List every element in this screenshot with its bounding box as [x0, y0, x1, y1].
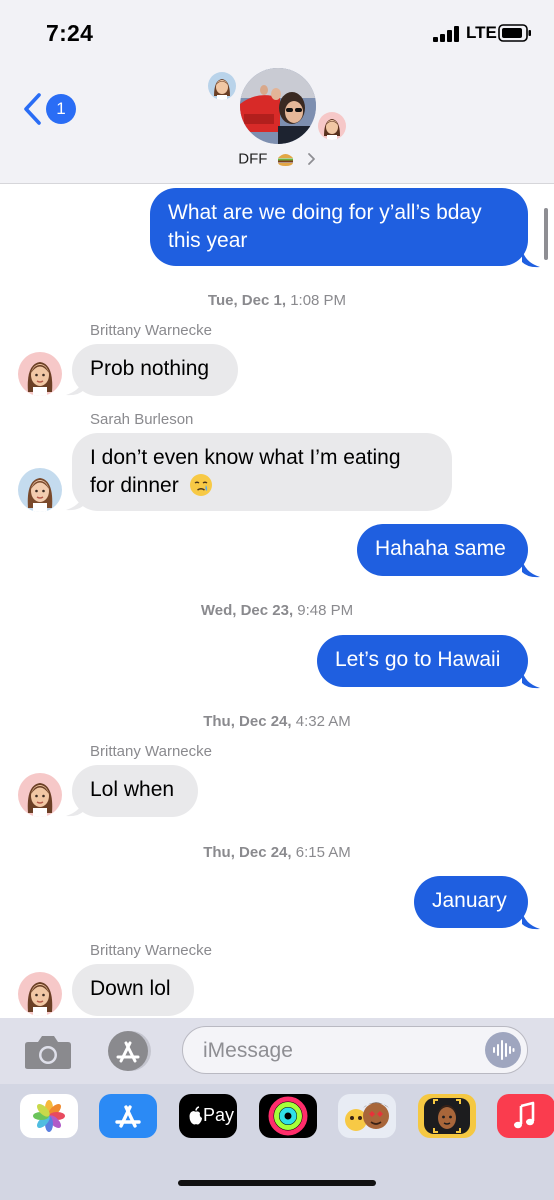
member-avatar[interactable] [208, 72, 236, 100]
sender-avatar[interactable] [18, 468, 62, 512]
waveform-icon [493, 1040, 515, 1060]
incoming-message-bubble[interactable]: Lol when [72, 765, 198, 817]
message-text: Prob nothing [90, 357, 210, 380]
message-text-line: for dinner [90, 472, 434, 500]
memoji-icon [214, 79, 230, 100]
incoming-bubble-tail [66, 797, 84, 817]
group-photo-image [240, 68, 316, 144]
message-input-field[interactable] [182, 1026, 528, 1074]
memoji-icon [27, 362, 53, 396]
memoji-app-icon[interactable] [418, 1094, 476, 1138]
battery-icon [498, 24, 531, 42]
back-button[interactable]: 1 [22, 92, 78, 126]
incoming-message-bubble[interactable]: Down lol [72, 964, 194, 1016]
hamburger-emoji-icon [277, 154, 293, 167]
scroll-indicator[interactable] [544, 208, 548, 260]
sender-name: Brittany Warnecke [90, 743, 212, 760]
memoji-icon [27, 783, 53, 817]
outgoing-message-bubble[interactable]: What are we doing for y’all’s bday this … [150, 188, 528, 266]
incoming-message-bubble[interactable]: Prob nothing [72, 344, 238, 396]
memoji-icon [27, 982, 53, 1016]
message-text-line: What are we doing for y’all’s bday [168, 201, 482, 224]
message-text: January [432, 889, 507, 912]
outgoing-message-bubble[interactable]: Hahaha same [357, 524, 528, 576]
sender-name: Brittany Warnecke [90, 322, 212, 339]
sender-avatar[interactable] [18, 352, 62, 396]
outgoing-message-bubble[interactable]: January [414, 876, 528, 928]
app-store-app-icon[interactable] [99, 1094, 157, 1138]
activity-app-icon[interactable] [259, 1094, 317, 1138]
outgoing-bubble-tail [522, 558, 540, 578]
sender-avatar[interactable] [18, 972, 62, 1016]
status-time: 7:24 [46, 20, 94, 46]
outgoing-bubble-tail [522, 248, 540, 268]
music-app-icon[interactable] [497, 1094, 554, 1138]
chevron-left-icon [24, 93, 41, 125]
timestamp-time: 6:15 AM [295, 844, 351, 861]
conversation-header: 7:24 LTE 1 DFF [0, 0, 554, 184]
timestamp-time: 1:08 PM [290, 292, 347, 309]
sender-name: Sarah Burleson [90, 411, 194, 428]
message-timestamp: Thu, Dec 24, 4:32 AM [0, 713, 554, 730]
outgoing-message-bubble[interactable]: Let’s go to Hawaii [317, 635, 528, 687]
message-text: Let’s go to Hawaii [335, 648, 501, 671]
apple-pay-app-icon[interactable]: Pay [179, 1094, 237, 1138]
home-indicator[interactable] [178, 1180, 376, 1186]
sender-avatar[interactable] [18, 773, 62, 817]
incoming-message-bubble[interactable]: I don’t even know what I’m eating for di… [72, 433, 452, 511]
network-type: LTE [466, 23, 497, 42]
photos-app-icon[interactable] [20, 1094, 78, 1138]
timestamp-day: Tue, Dec 1, [207, 292, 287, 309]
incoming-bubble-tail [66, 491, 84, 511]
message-timestamp: Thu, Dec 24, 6:15 AM [0, 844, 554, 861]
memoji-stickers-app-icon[interactable] [338, 1094, 396, 1138]
voice-message-button[interactable] [485, 1032, 521, 1068]
timestamp-time: 4:32 AM [295, 713, 351, 730]
compose-bar [0, 1018, 554, 1084]
timestamp-day: Wed, Dec 23, [200, 602, 294, 619]
camera-icon[interactable] [24, 1034, 72, 1070]
memoji-icon [324, 119, 340, 140]
timestamp-day: Thu, Dec 24, [203, 713, 292, 730]
timestamp-day: Thu, Dec 24, [203, 844, 292, 861]
crying-face-emoji-icon [189, 474, 212, 496]
apple-pay-label: Pay [203, 1105, 235, 1125]
cellular-signal-icon [433, 26, 459, 42]
message-timestamp: Wed, Dec 23, 9:48 PM [0, 602, 554, 619]
unread-count-badge: 1 [46, 94, 76, 124]
chevron-right-icon [307, 153, 315, 165]
sender-name: Brittany Warnecke [90, 942, 212, 959]
incoming-bubble-tail [66, 376, 84, 396]
member-avatar[interactable] [318, 112, 346, 140]
message-text-line: this year [168, 229, 248, 252]
message-input[interactable] [201, 1027, 475, 1074]
message-timestamp: Tue, Dec 1, 1:08 PM [0, 292, 554, 309]
message-text-line: I don’t even know what I’m eating [90, 446, 401, 469]
timestamp-time: 9:48 PM [297, 602, 354, 619]
group-name: DFF [238, 150, 268, 168]
app-store-apps-icon[interactable] [104, 1030, 154, 1072]
group-name-button[interactable]: DFF [0, 150, 554, 168]
status-bar: 7:24 LTE [0, 0, 554, 60]
message-text-line-end: for dinner [90, 474, 179, 497]
message-text: Lol when [90, 778, 175, 801]
message-text: Hahaha same [375, 537, 506, 560]
message-text: Down lol [90, 977, 171, 1000]
memoji-icon [27, 478, 53, 512]
outgoing-bubble-tail [522, 669, 540, 689]
group-photo[interactable] [240, 68, 316, 144]
outgoing-bubble-tail [522, 910, 540, 930]
